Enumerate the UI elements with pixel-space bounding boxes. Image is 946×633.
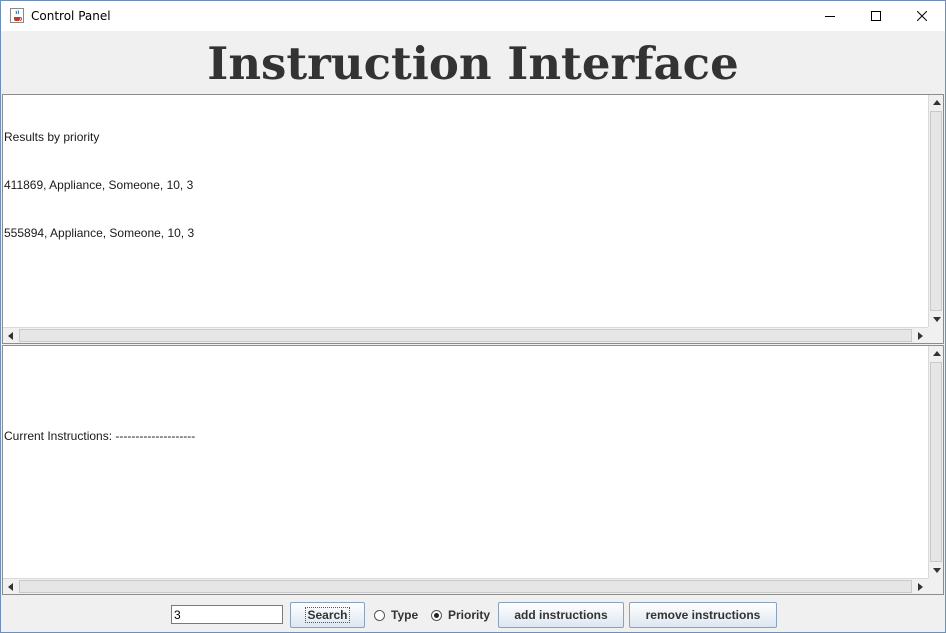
window-title: Control Panel (31, 9, 111, 23)
results-vertical-scrollbar[interactable] (928, 95, 943, 327)
instructions-text-area[interactable]: Current Instructions: ------------------… (2, 345, 944, 595)
minimize-button[interactable] (807, 1, 853, 31)
instructions-text[interactable]: Current Instructions: ------------------… (4, 348, 928, 578)
app-window: Control Panel Instruction Interface Resu… (0, 0, 946, 633)
arrow-left-icon (8, 582, 13, 591)
search-button[interactable]: Search (290, 602, 365, 628)
scrollbar-corner (928, 578, 943, 594)
search-input[interactable] (171, 605, 283, 624)
scroll-down-button[interactable] (929, 563, 944, 578)
radio-type[interactable]: Type (374, 607, 418, 623)
scroll-thumb[interactable] (930, 362, 942, 562)
arrow-left-icon (8, 331, 13, 340)
results-horizontal-scrollbar[interactable] (3, 327, 928, 343)
radio-priority-circle[interactable] (431, 609, 442, 621)
title-bar[interactable]: Control Panel (1, 1, 945, 31)
instructions-line: Current Instructions: ------------------… (4, 429, 196, 443)
minimize-icon (825, 16, 835, 17)
scroll-right-button[interactable] (913, 579, 928, 594)
scroll-thumb[interactable] (19, 580, 912, 593)
arrow-down-icon (932, 317, 941, 322)
arrow-up-icon (932, 351, 941, 356)
scroll-down-button[interactable] (929, 312, 944, 327)
results-line: Results by priority (4, 130, 100, 144)
results-line: 555894, Appliance, Someone, 10, 3 (4, 226, 195, 240)
arrow-right-icon (918, 582, 923, 591)
add-instructions-button[interactable]: add instructions (498, 602, 624, 628)
results-text[interactable]: Results by priority 411869, Appliance, S… (4, 97, 928, 327)
scroll-left-button[interactable] (3, 328, 18, 343)
close-button[interactable] (899, 1, 945, 31)
arrow-up-icon (932, 100, 941, 105)
radio-type-label: Type (391, 608, 419, 622)
page-title: Instruction Interface (207, 37, 739, 90)
results-text-area[interactable]: Results by priority 411869, Appliance, S… (2, 94, 944, 344)
maximize-button[interactable] (853, 1, 899, 31)
arrow-down-icon (932, 568, 941, 573)
close-icon (917, 11, 927, 21)
instructions-line (4, 380, 928, 396)
results-line: 411869, Appliance, Someone, 10, 3 (4, 178, 194, 192)
remove-instructions-button[interactable]: remove instructions (629, 602, 777, 628)
scroll-left-button[interactable] (3, 579, 18, 594)
search-button-label: Search (305, 607, 350, 623)
maximize-icon (871, 11, 881, 21)
java-cup-icon (10, 8, 24, 23)
scroll-thumb[interactable] (19, 329, 912, 342)
radio-priority[interactable]: Priority (431, 607, 490, 623)
scroll-right-button[interactable] (913, 328, 928, 343)
instructions-vertical-scrollbar[interactable] (928, 346, 943, 578)
instructions-horizontal-scrollbar[interactable] (3, 578, 928, 594)
radio-priority-label: Priority (448, 608, 491, 622)
scrollbar-corner (928, 327, 943, 343)
scroll-thumb[interactable] (930, 111, 942, 311)
arrow-right-icon (918, 331, 923, 340)
scroll-up-button[interactable] (929, 95, 944, 110)
scroll-up-button[interactable] (929, 346, 944, 361)
radio-type-circle[interactable] (374, 609, 385, 621)
